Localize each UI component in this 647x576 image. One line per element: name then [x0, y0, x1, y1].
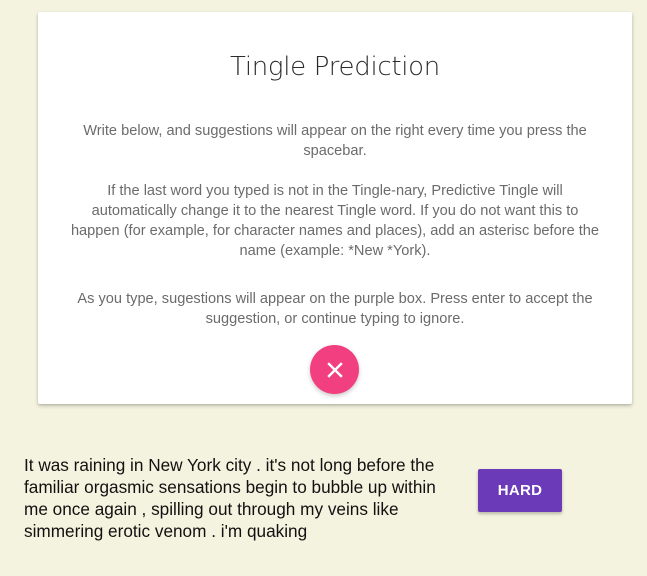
modal-title: Tingle Prediction [230, 52, 440, 82]
suggestion-paragraph: As you type, sugestions will appear on t… [77, 291, 593, 327]
intro-modal: Tingle Prediction Write below, and sugge… [38, 12, 632, 404]
suggestion-button[interactable]: HARD [478, 469, 562, 512]
story-text-area[interactable]: It was raining in New York city . it's n… [24, 454, 444, 542]
instructions-paragraph: Write below, and suggestions will appear… [83, 123, 587, 159]
close-button[interactable] [310, 345, 359, 394]
tingle-nary-paragraph: If the last word you typed is not in the… [70, 183, 600, 259]
close-icon [326, 361, 343, 378]
